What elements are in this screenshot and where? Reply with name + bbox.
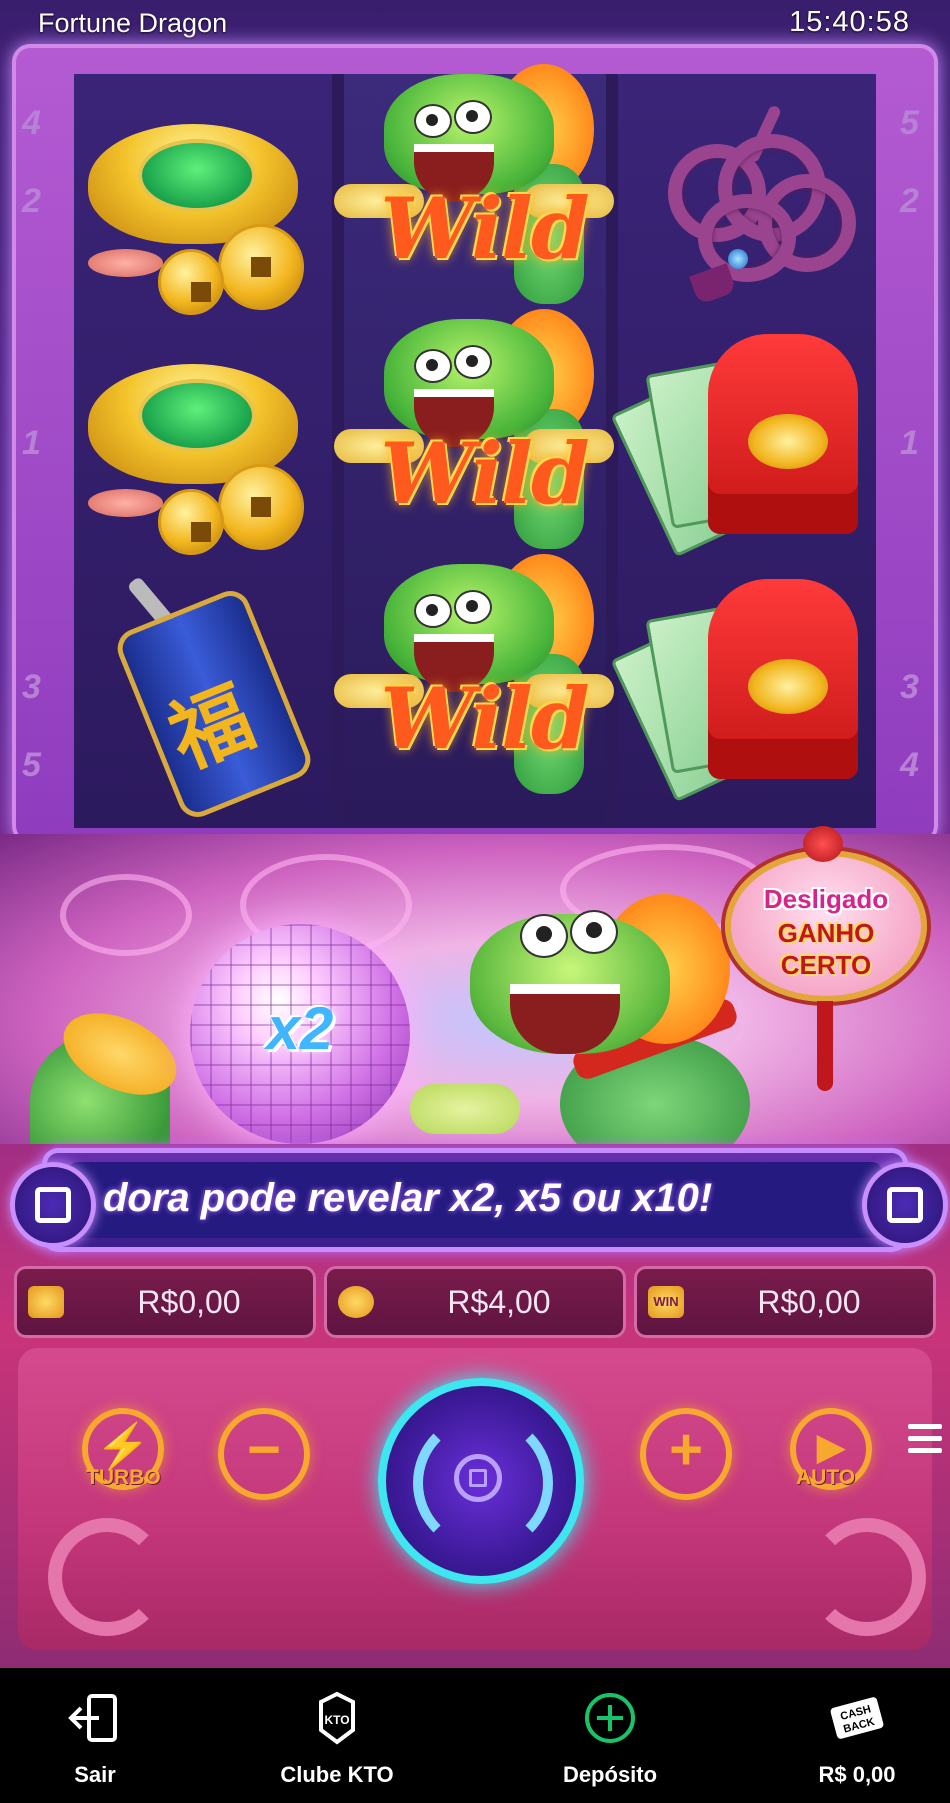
spin-button[interactable] xyxy=(378,1378,584,1584)
marquee-right-button[interactable] xyxy=(862,1162,948,1248)
wild-symbol: Wild xyxy=(334,554,614,804)
payline-right-2: 2 xyxy=(900,182,919,220)
wild-symbol: Wild xyxy=(334,309,614,559)
mascot-dragon xyxy=(410,874,750,1144)
nav-sair[interactable]: Sair xyxy=(0,1668,190,1803)
payline-right-1: 5 xyxy=(900,104,919,142)
bet-value: R$4,00 xyxy=(447,1284,551,1320)
red-envelope-symbol xyxy=(610,324,868,558)
nav-sair-label: Sair xyxy=(74,1762,116,1787)
reel-1: 福 xyxy=(74,74,332,828)
square-icon xyxy=(35,1187,71,1223)
payline-right-4: 3 xyxy=(900,668,919,706)
marquee-text: dora pode revelar x2, x5 ou x10! xyxy=(103,1176,713,1220)
nav-clube-kto[interactable]: KTO Clube KTO xyxy=(242,1668,432,1803)
reel-3 xyxy=(610,74,876,828)
decrease-bet-button[interactable]: − xyxy=(218,1408,310,1500)
nav-cashback-value: R$ 0,00 xyxy=(818,1762,896,1787)
plus-icon: + xyxy=(669,1417,703,1482)
multiplier-disco-ball: x2 xyxy=(190,924,410,1144)
svg-text:KTO: KTO xyxy=(324,1713,349,1727)
payline-right-3: 1 xyxy=(900,424,919,462)
nav-deposito[interactable]: Depósito xyxy=(515,1668,705,1803)
payline-right-5: 4 xyxy=(900,746,919,784)
payline-left-3: 1 xyxy=(22,424,41,462)
bet-display: R$4,00 xyxy=(324,1266,626,1338)
win-icon: WIN xyxy=(648,1286,684,1318)
payline-left-5: 5 xyxy=(22,746,41,784)
bottom-nav: Sair KTO Clube KTO Depósito CASH BACK R$… xyxy=(0,1668,950,1803)
auto-label: AUTO xyxy=(796,1466,856,1489)
spin-center-icon xyxy=(454,1454,502,1502)
coins-icon xyxy=(338,1286,374,1318)
wild-symbol: Wild xyxy=(334,64,614,314)
turbo-label: TURBO xyxy=(86,1466,161,1489)
lightning-icon: ⚡ xyxy=(95,1422,151,1471)
increase-bet-button[interactable]: + xyxy=(640,1408,732,1500)
nav-clube-label: Clube KTO xyxy=(280,1762,394,1787)
balance-display: R$0,00 xyxy=(14,1266,316,1338)
wild-label: Wild xyxy=(380,424,589,523)
clock: 15:40:58 xyxy=(789,6,910,38)
kto-club-icon: KTO xyxy=(319,1691,355,1745)
minus-icon: − xyxy=(247,1417,281,1482)
firecracker-symbol: 福 xyxy=(104,574,324,823)
multiplier-label: x2 xyxy=(266,995,334,1062)
exit-icon xyxy=(68,1694,117,1742)
menu-icon[interactable] xyxy=(908,1424,942,1458)
payline-left-2: 2 xyxy=(22,182,41,220)
win-display: WIN R$0,00 xyxy=(634,1266,936,1338)
red-envelope-symbol xyxy=(610,569,868,803)
payline-left-1: 4 xyxy=(22,104,41,142)
wild-label: Wild xyxy=(380,179,589,278)
chinese-knot-symbol xyxy=(658,94,856,314)
play-icon: ▶ xyxy=(817,1426,845,1467)
square-icon xyxy=(887,1187,923,1223)
lantern-status: Desligado xyxy=(763,884,889,914)
add-circle-icon xyxy=(585,1693,635,1743)
info-marquee: dora pode revelar x2, x5 ou x10! xyxy=(42,1148,908,1252)
lantern-title-line1: GANHO xyxy=(777,918,875,948)
lantern-title-line2: CERTO xyxy=(780,950,872,980)
cashback-icon: CASH BACK xyxy=(830,1697,884,1739)
nav-deposito-label: Depósito xyxy=(562,1762,658,1787)
wild-label: Wild xyxy=(380,669,589,768)
ganho-certo-lantern-button[interactable]: Desligado GANHO CERTO xyxy=(725,826,927,1091)
wallet-icon xyxy=(28,1286,64,1318)
nav-cashback[interactable]: CASH BACK R$ 0,00 xyxy=(762,1668,950,1803)
reels-area: 福 Wild Wild Wild xyxy=(74,64,876,828)
game-stage: Fortune Dragon 15:40:58 4 2 1 3 5 5 2 1 … xyxy=(0,0,950,1668)
balance-value: R$0,00 xyxy=(137,1284,241,1320)
top-bar: Fortune Dragon 15:40:58 xyxy=(0,0,950,50)
gold-ingot-symbol xyxy=(78,84,318,315)
game-title: Fortune Dragon xyxy=(38,8,228,38)
gold-ingot-symbol xyxy=(78,324,318,555)
marquee-left-button[interactable] xyxy=(10,1162,96,1248)
win-value: R$0,00 xyxy=(757,1284,861,1320)
reel-2: Wild Wild Wild xyxy=(334,64,614,828)
payline-left-4: 3 xyxy=(22,668,41,706)
